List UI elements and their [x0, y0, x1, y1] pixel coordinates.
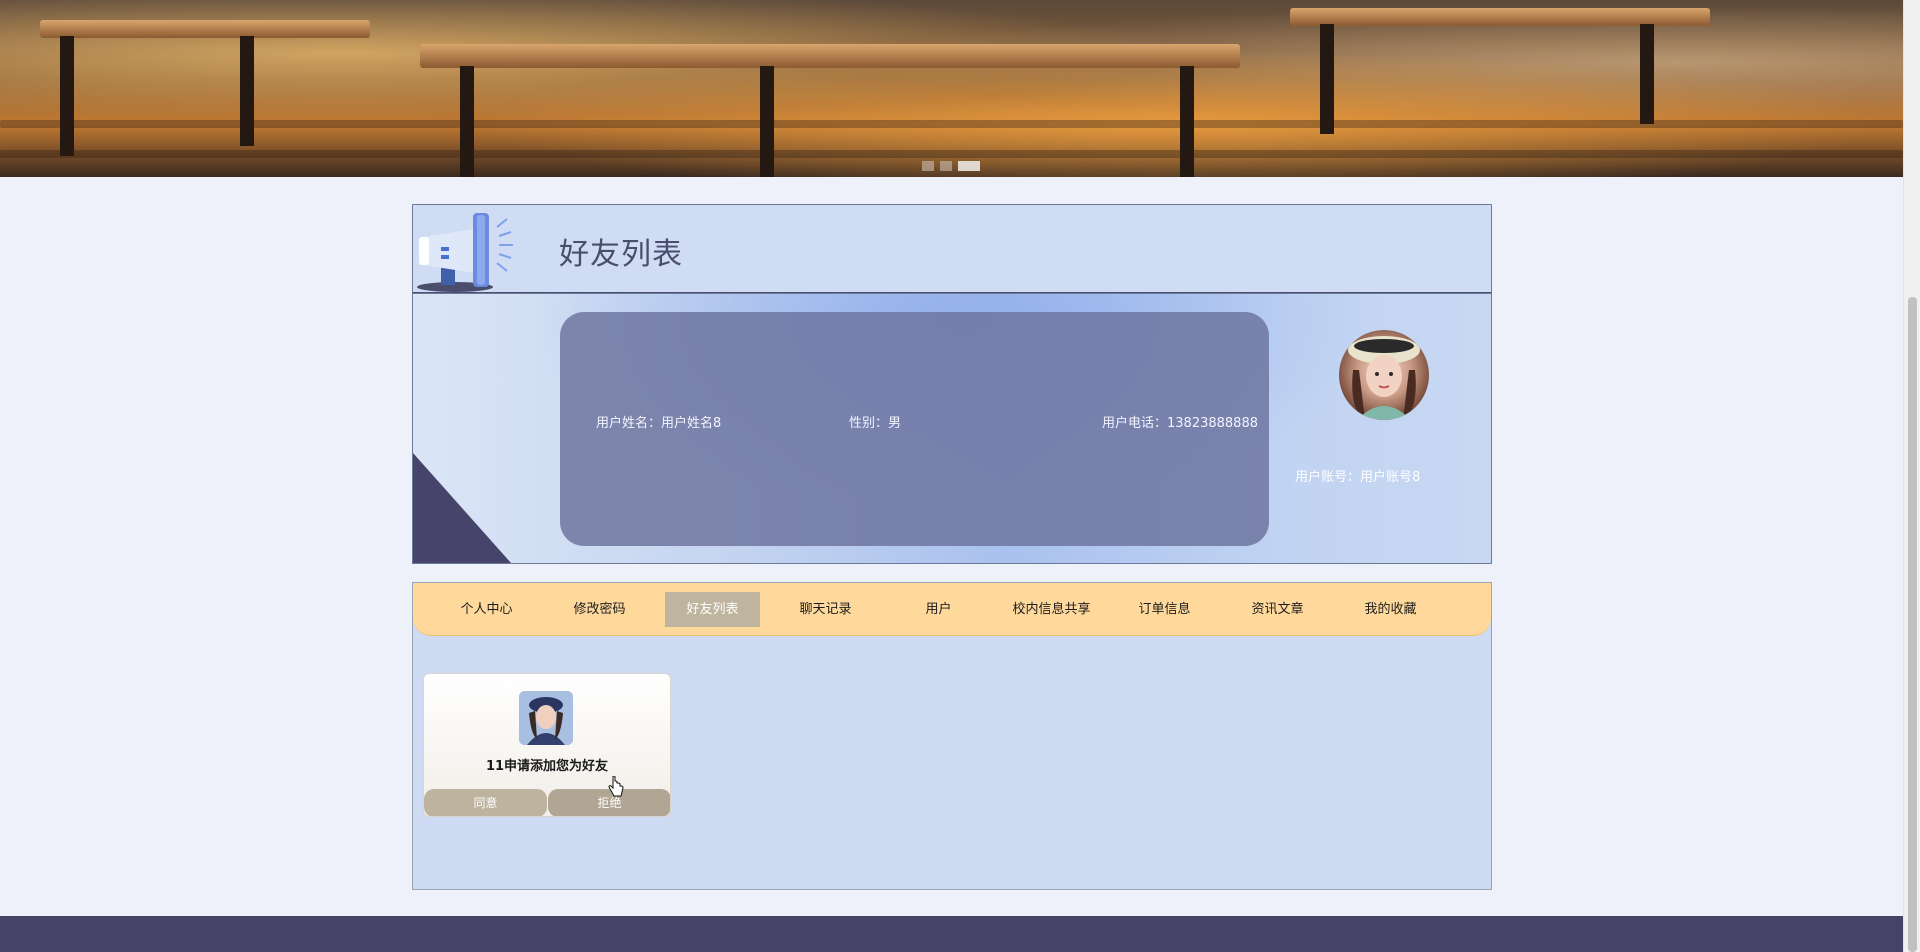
footer	[0, 916, 1903, 952]
avatar[interactable]	[1339, 330, 1429, 420]
gender-label: 性别：	[849, 416, 889, 431]
tab-orders[interactable]: 订单信息	[1117, 592, 1212, 627]
account-value: 用户账号8	[1360, 470, 1421, 485]
phone-value: 13823888888	[1167, 416, 1258, 431]
friend-avatar	[519, 691, 573, 745]
phone-label: 用户电话：	[1102, 416, 1168, 431]
tab-change-password[interactable]: 修改密码	[552, 592, 647, 627]
gender-value: 男	[888, 416, 902, 431]
tab-bar: 个人中心 修改密码 好友列表 聊天记录 用户 校内信息共享 订单信息 资讯文章 …	[413, 583, 1491, 636]
page-scrollbar[interactable]	[1903, 0, 1920, 952]
carousel-dot-active[interactable]	[958, 161, 980, 171]
profile-info-card: 用户姓名：用户姓名8 性别：男 用户电话：13823888888	[560, 312, 1269, 546]
tab-articles[interactable]: 资讯文章	[1230, 592, 1325, 627]
name-value: 用户姓名8	[661, 416, 722, 431]
friend-request-card: 11申请添加您为好友 同意 拒绝	[423, 673, 671, 817]
hand-cursor-icon	[608, 776, 624, 797]
carousel-dot[interactable]	[922, 161, 934, 171]
avatar-image	[1348, 336, 1420, 420]
tab-campus-info[interactable]: 校内信息共享	[1004, 592, 1099, 627]
profile-name: 用户姓名：用户姓名8	[596, 412, 721, 431]
tab-chat-history[interactable]: 聊天记录	[778, 592, 873, 627]
account-label: 用户账号：	[1295, 470, 1361, 485]
carousel-dot[interactable]	[940, 161, 952, 171]
profile-account: 用户账号：用户账号8	[1295, 466, 1420, 485]
banner-carousel	[0, 0, 1903, 177]
profile-phone: 用户电话：13823888888	[1102, 412, 1258, 431]
page-header: 好友列表	[412, 204, 1492, 294]
name-label: 用户姓名：	[596, 416, 662, 431]
friend-avatar-image	[519, 691, 573, 745]
tab-personal-center[interactable]: 个人中心	[439, 592, 534, 627]
carousel-indicators	[922, 161, 980, 171]
tab-favorites[interactable]: 我的收藏	[1343, 592, 1438, 627]
megaphone-icon	[417, 213, 513, 292]
tab-friend-list[interactable]: 好友列表	[665, 592, 760, 627]
profile-section: 用户姓名：用户姓名8 性别：男 用户电话：13823888888 用户账号：用户…	[412, 293, 1492, 564]
corner-decoration	[413, 453, 511, 563]
agree-button[interactable]: 同意	[424, 789, 547, 816]
profile-gender: 性别：男	[849, 412, 901, 431]
scrollbar-thumb[interactable]	[1908, 297, 1917, 952]
content-section: 个人中心 修改密码 好友列表 聊天记录 用户 校内信息共享 订单信息 资讯文章 …	[412, 582, 1492, 890]
friend-request-text: 11申请添加您为好友	[485, 759, 609, 774]
tab-users[interactable]: 用户	[891, 592, 986, 627]
page-title: 好友列表	[559, 237, 683, 272]
